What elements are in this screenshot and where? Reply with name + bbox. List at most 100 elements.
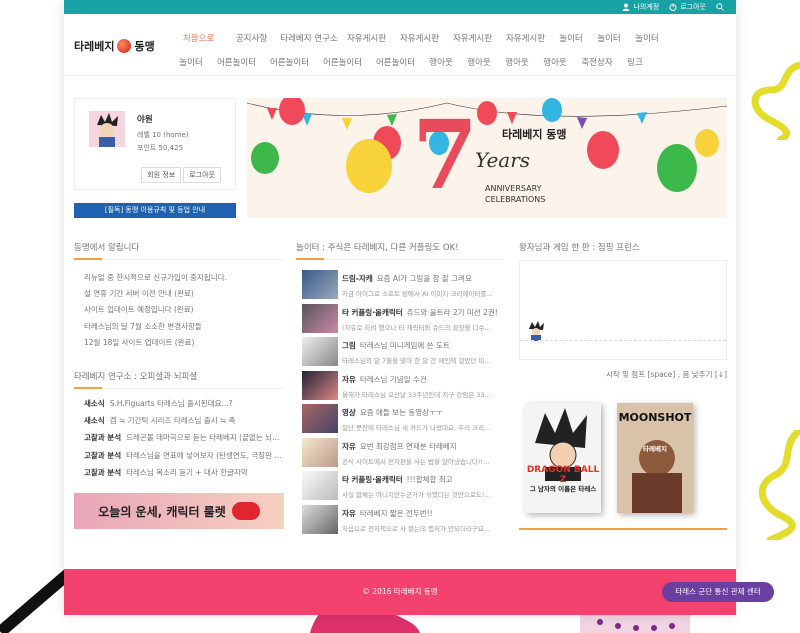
nav-item[interactable]: 놀이터 [552, 26, 590, 50]
rules-button[interactable]: [필독] 동맹 이용규칙 및 등업 안내 [74, 203, 236, 218]
game-title: 왕자님과 게임 한 판 : 점핑 프린스 [519, 243, 640, 253]
nav-item[interactable]: 놀이터 [590, 26, 628, 50]
mypage-link[interactable]: 나의계정 [622, 2, 659, 12]
prince-sprite-icon [529, 321, 544, 343]
list-item[interactable]: 고찰과 분석 드래곤볼 데마곡으로 듣는 타레베지 (끝없는 뇌... [84, 432, 284, 449]
list-item[interactable]: 자유 요번 최강점프 연재분 타레베지 공식 사이트에서 전자판을 사는 법을 알아… [302, 437, 502, 472]
item-text: 드래곤볼 데마곡으로 듣는 타레베지 (끝없는 뇌... [126, 433, 280, 443]
search-icon [716, 3, 724, 11]
list-item[interactable]: 자유 타레베지 짧은 전두번!! 처음으로 전자책으로 사 봤는데 캡처가 안되더라… [302, 504, 502, 539]
category-label: 타 커플링·올캐릭터 [342, 307, 403, 317]
page-container: 나의계정 로그아웃 타레베지 동맹 처음으로 공지사항 타레베지 연구소 자유게… [64, 0, 736, 615]
nav-item[interactable]: 자유게시판 [446, 26, 499, 50]
list-item[interactable]: 드림-자캐 요즘 AI가 그림을 참 잘 그려요 지금 아이그로 소프트 빙에서 A… [302, 270, 502, 304]
nav-item[interactable]: 축전상자 [574, 50, 620, 74]
nav-item[interactable]: 링크 [620, 50, 650, 74]
notice-list: 리뉴얼 중 한시적으로 신규가입이 중지됩니다. 설 연휴 기간 서버 이전 안… [84, 272, 227, 353]
fortune-roulette-banner[interactable]: 오늘의 운세, 캐릭터 룰렛 [74, 493, 284, 529]
member-info-button[interactable]: 회원 정보 [141, 167, 182, 183]
nav-item[interactable]: 타레베지 연구소 [278, 26, 340, 50]
nav-item[interactable]: 행아웃 [498, 50, 536, 74]
nav-item[interactable]: 행아웃 [460, 50, 498, 74]
banner-number: 7 [412, 100, 479, 211]
notice-title: 동맹에서 알립니다 [74, 243, 140, 253]
thumbnail [302, 471, 338, 500]
book-subtitle: 그 남자의 이름은 타레스 [529, 485, 597, 493]
nav-item[interactable]: 공지사항 [225, 26, 278, 50]
item-preview: 공식 사이트에서 전자판을 사는 법을 알아냈습니다!!... [342, 457, 490, 466]
list-item[interactable]: 설 연휴 기간 서버 이전 안내 (완료) [84, 288, 227, 304]
nav-item[interactable]: 어른놀이터 [210, 50, 263, 74]
item-title: 츄드와 울트라 2기 미션 2권! [406, 307, 498, 317]
list-item[interactable]: 12월 18일 사이트 업데이트 (완료) [84, 337, 227, 353]
nav-item[interactable]: 놀이터 [172, 50, 210, 74]
nav-item[interactable]: 어른놀이터 [316, 50, 369, 74]
item-title: 요번 최강점프 연재분 타레베지 [359, 441, 457, 451]
user-icon [622, 3, 630, 11]
capsule-icon [231, 502, 260, 520]
chat-center-button[interactable]: 타레스 군단 통신 관제 센터 [662, 582, 774, 602]
nav-item[interactable]: 행아웃 [536, 50, 574, 74]
logo-text-left: 타레베지 [74, 40, 115, 53]
list-item[interactable]: 타 커플링·올캐릭터 !!!합체합 최고 사실 합체는 아니지만누군가가 섞였다는 … [302, 471, 502, 505]
logout-label: 로그아웃 [680, 3, 706, 11]
banner-years: Years [475, 148, 531, 172]
nav-item[interactable]: 행아웃 [422, 50, 460, 74]
research-title: 타레베지 연구소 : 오피셜과 뇌피셜 [74, 372, 198, 382]
footer: © 2016 타레베지 동맹 [64, 569, 736, 615]
nav-item[interactable]: 어른놀이터 [369, 50, 422, 74]
mypage-label: 나의계정 [633, 3, 660, 11]
logout-link[interactable]: 로그아웃 [669, 2, 706, 12]
list-item[interactable]: 자유 타레스님 기념일 수건 올해가 타레스님 오산날 33주년인데 지구 강림은 … [302, 370, 502, 405]
book-artwork [535, 408, 587, 481]
game-canvas[interactable] [519, 260, 727, 360]
category-label: 고찰과 분석 [84, 450, 122, 460]
thumbnail [302, 337, 338, 366]
book-cover[interactable]: DRAGON BALL Z 그 남자의 이름은 타레스 [525, 403, 601, 513]
anniversary-banner[interactable]: 7 Years 타레베지 동맹 ANNIVERSARY CELEBRATIONS [247, 98, 727, 218]
list-item[interactable]: 타 커플링·올캐릭터 츄드와 울트라 2기 미션 2권! (자유로 하려 했으나 타… [302, 303, 502, 338]
item-preview: 처음으로 전자책으로 사 봤는데 캡처가 안되더라구요... [342, 524, 491, 533]
thumbnail [302, 504, 338, 534]
yellow-squiggle-decoration [751, 61, 800, 140]
item-text: 타레스님을 연표에 넣어보자 (탄생연도, 극장판 ... [126, 450, 282, 460]
list-item[interactable]: 그림 타레스님 미니게임에 쓴 도트 타레스님의 달 7월을 맞아 한 달 간 메인… [302, 337, 502, 371]
item-preview: 일단 뭇찬에 타레스님 새 카드가 나왔대요. 우리 크리... [342, 424, 491, 432]
item-text: 타레스님 목소리 듣기 + 대사 한글자막 [126, 467, 248, 477]
item-preview: 타레스님의 달 7월을 맞아 한 달 간 메인에 걸었던 미... [342, 357, 491, 365]
profile-name: 야원 [137, 115, 153, 125]
research-list: 새소식 S.H.Figuarts 타레스님 출시된대요...? 새소식 겜 ≒ 기간… [84, 398, 284, 484]
list-item[interactable]: 새소식 겜 ≒ 기간틱 시리즈 타레스님 출시 ≒ 축 [84, 415, 284, 432]
nav-item[interactable]: 자유게시판 [499, 26, 552, 50]
thumbnail [302, 303, 338, 333]
list-item[interactable]: 사이트 업데이트 예정입니다 (완료) [84, 304, 227, 320]
category-label: 새소식 [84, 416, 105, 426]
site-logo[interactable]: 타레베지 동맹 [74, 38, 155, 54]
logout-button[interactable]: 로그아웃 [183, 167, 221, 183]
section-divider [296, 258, 504, 260]
section-divider [74, 387, 284, 389]
list-item[interactable]: 새소식 S.H.Figuarts 타레스님 출시된대요...? [84, 398, 284, 415]
item-title: !!!합체합 최고 [406, 475, 453, 484]
profile-points: 포인트 50,425 [137, 144, 184, 152]
nav-item[interactable]: 어른놀이터 [263, 50, 316, 74]
nav-item[interactable]: 자유게시판 [340, 26, 393, 50]
list-item[interactable]: 영상 요즘 애들 보는 동영상ㅜㅜ 일단 뭇찬에 타레스님 새 카드가 나왔대요. … [302, 404, 502, 438]
list-item[interactable]: 고찰과 분석 타레스님을 연표에 넣어보자 (탄생연도, 극장판 ... [84, 450, 284, 467]
forum-list: 드림-자캐 요즘 AI가 그림을 참 잘 그려요 지금 아이그로 소프트 빙에서 A… [302, 270, 502, 538]
nav-item[interactable]: 놀이터 [628, 26, 666, 50]
nav-item[interactable]: 자유게시판 [393, 26, 446, 50]
list-item[interactable]: 고찰과 분석 타레스님 목소리 듣기 + 대사 한글자막 [84, 467, 284, 484]
nav-item[interactable]: 처음으로 [172, 26, 225, 50]
list-item[interactable]: 리뉴얼 중 한시적으로 신규가입이 중지됩니다. [84, 272, 227, 288]
header: 타레베지 동맹 처음으로 공지사항 타레베지 연구소 자유게시판 자유게시판 자… [64, 14, 736, 76]
item-preview: 사실 합체는 아니지만누군가가 섞였다는 것만으로도!... [342, 491, 491, 499]
list-item[interactable]: 타레스님의 달 7월 소소한 변경사항들 [84, 321, 227, 337]
item-preview: 지금 아이그로 소프트 빙에서 AI 이미지 크리에이터를... [342, 290, 493, 298]
fortune-text: 오늘의 운세, 캐릭터 룰렛 [98, 504, 226, 519]
search-button[interactable] [716, 3, 724, 11]
item-text: S.H.Figuarts 타레스님 출시된대요...? [109, 399, 233, 408]
book-cover[interactable]: MOONSHOT 타레베지 [617, 403, 693, 513]
banner-line2: CELEBRATIONS [485, 195, 546, 204]
thumbnail [302, 270, 338, 299]
